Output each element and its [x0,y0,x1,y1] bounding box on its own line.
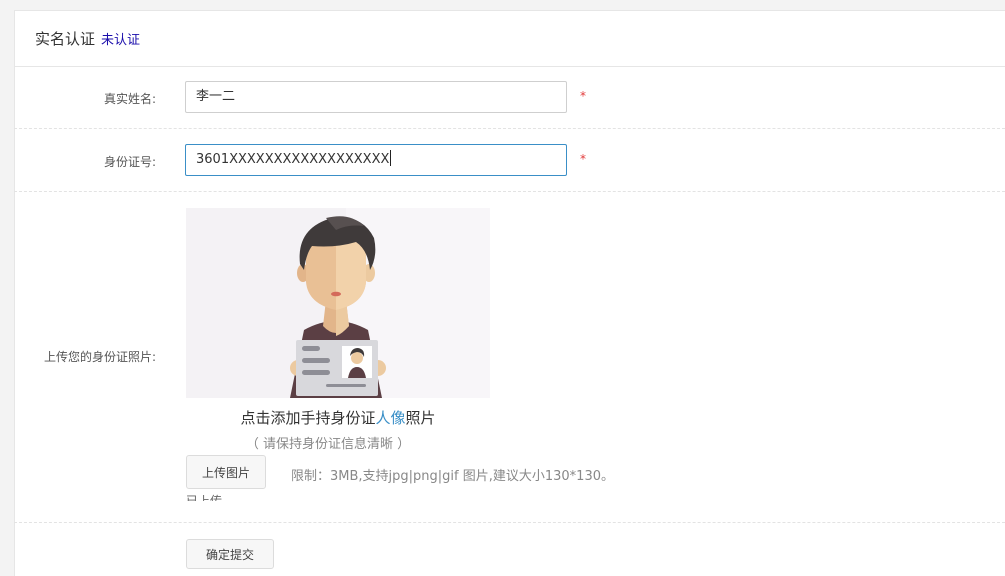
upload-caption-suffix: 照片 [405,409,436,427]
name-label: 真实姓名: [103,92,156,106]
upload-label: 上传您的身份证照片: [43,350,156,364]
upload-image-button[interactable]: 上传图片 [186,455,266,489]
upload-caption-prefix: 点击添加手持身份证 [240,409,376,427]
id-number-input[interactable]: 3601XXXXXXXXXXXXXXXXXX [185,144,567,176]
upload-limit-text: 限制：3MB,支持jpg|png|gif 图片,建议大小130*130。 [291,469,614,484]
text-caret [390,150,392,166]
id-row: 身份证号: 3601XXXXXXXXXXXXXXXXXX * [14,129,1005,192]
required-mark: * [580,152,586,166]
id-number-value: 3601XXXXXXXXXXXXXXXXXX [196,152,390,167]
panel-header: 实名认证 未认证 [15,11,1005,67]
name-row: 真实姓名: 李一二 * [14,66,1005,129]
upload-caption: 点击添加手持身份证人像照片 [186,407,490,428]
real-name-input[interactable]: 李一二 [185,81,567,113]
upload-hint: （ 请保持身份证信息清晰 ） [245,437,411,452]
person-holding-id-illustration [186,208,490,398]
submit-button[interactable]: 确定提交 [186,539,274,569]
id-photo-upload-area[interactable] [186,208,490,398]
id-label: 身份证号: [103,155,156,169]
page-title: 实名认证 [35,30,96,48]
upload-caption-highlight: 人像 [375,409,406,427]
verification-status[interactable]: 未认证 [101,29,140,48]
upload-status-text: 已上传 [186,494,223,501]
required-mark: * [580,89,586,103]
real-name-value: 李一二 [196,89,236,104]
